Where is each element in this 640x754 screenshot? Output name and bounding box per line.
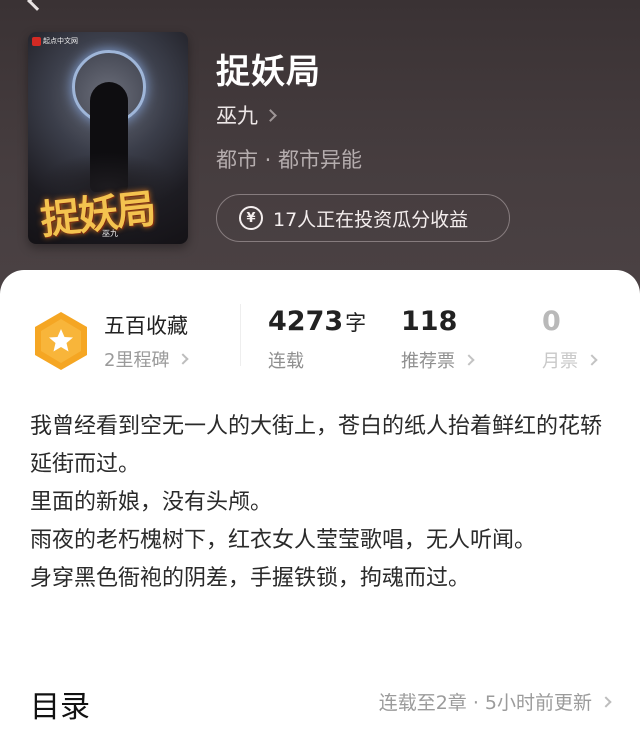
milestone-link[interactable]: 2里程碑	[104, 346, 190, 372]
recommend-vote-stat[interactable]: 118 推荐票	[401, 306, 475, 373]
chevron-right-icon	[264, 108, 277, 122]
book-info-card: 五百收藏 2里程碑 4273 字 连载 118 推荐票 0 月票 我曾经看到空无…	[0, 270, 640, 754]
author-name: 巫九	[216, 104, 258, 128]
milestone-badge-icon[interactable]	[32, 310, 90, 372]
invest-text: 17人正在投资瓜分收益	[273, 208, 469, 231]
genre-label: 都市 · 都市异能	[216, 148, 363, 172]
synopsis-line: 雨夜的老朽槐树下，红衣女人莹莹歌唱，无人听闻。	[30, 528, 537, 553]
chevron-right-icon	[463, 354, 475, 366]
toc-title[interactable]: 目录	[30, 682, 90, 726]
author-link[interactable]: 巫九	[216, 100, 277, 130]
word-count-label: 连载	[268, 351, 304, 372]
stats-divider	[240, 304, 241, 366]
synopsis-line: 身穿黑色衙袍的阴差，手握铁锁，拘魂而过。	[30, 566, 471, 591]
synopsis-line: 我曾经看到空无一人的大街上，苍白的纸人抬着鲜红的花轿延街而过。	[30, 414, 603, 477]
cover-title-art: 捉妖局	[38, 185, 157, 244]
toc-update-link[interactable]: 连载至2章 · 5小时前更新	[378, 688, 612, 715]
toc-update-text: 连载至2章 · 5小时前更新	[378, 692, 592, 714]
publisher-tag-label: 起点中文网	[43, 37, 78, 45]
recommend-vote-value: 118	[401, 306, 458, 337]
word-count-stat: 4273 字 连载	[268, 306, 366, 373]
publisher-logo-icon	[32, 36, 41, 46]
book-synopsis[interactable]: 我曾经看到空无一人的大街上，苍白的纸人抬着鲜红的花轿延街而过。 里面的新娘，没有…	[30, 408, 610, 598]
milestone-subtitle: 2里程碑	[104, 350, 170, 371]
monthly-vote-label: 月票	[542, 351, 578, 372]
monthly-vote-stat[interactable]: 0 月票	[542, 306, 598, 373]
cover-author-art: 巫九	[102, 229, 118, 238]
chevron-right-icon	[177, 353, 190, 365]
book-title: 捉妖局	[216, 52, 321, 92]
invest-button[interactable]: ¥ 17人正在投资瓜分收益	[216, 194, 510, 242]
word-count-unit: 字	[345, 311, 367, 335]
recommend-vote-label: 推荐票	[401, 351, 455, 372]
chevron-right-icon	[586, 354, 598, 366]
chevron-right-icon	[600, 695, 612, 708]
synopsis-line: 里面的新娘，没有头颅。	[30, 490, 273, 515]
publisher-tag: 起点中文网	[32, 36, 78, 46]
book-cover[interactable]: 起点中文网 捉妖局 巫九	[28, 32, 188, 244]
word-count-value: 4273	[268, 306, 344, 337]
yen-icon: ¥	[239, 206, 263, 230]
milestone-title: 五百收藏	[104, 314, 188, 338]
monthly-vote-value: 0	[542, 306, 561, 337]
